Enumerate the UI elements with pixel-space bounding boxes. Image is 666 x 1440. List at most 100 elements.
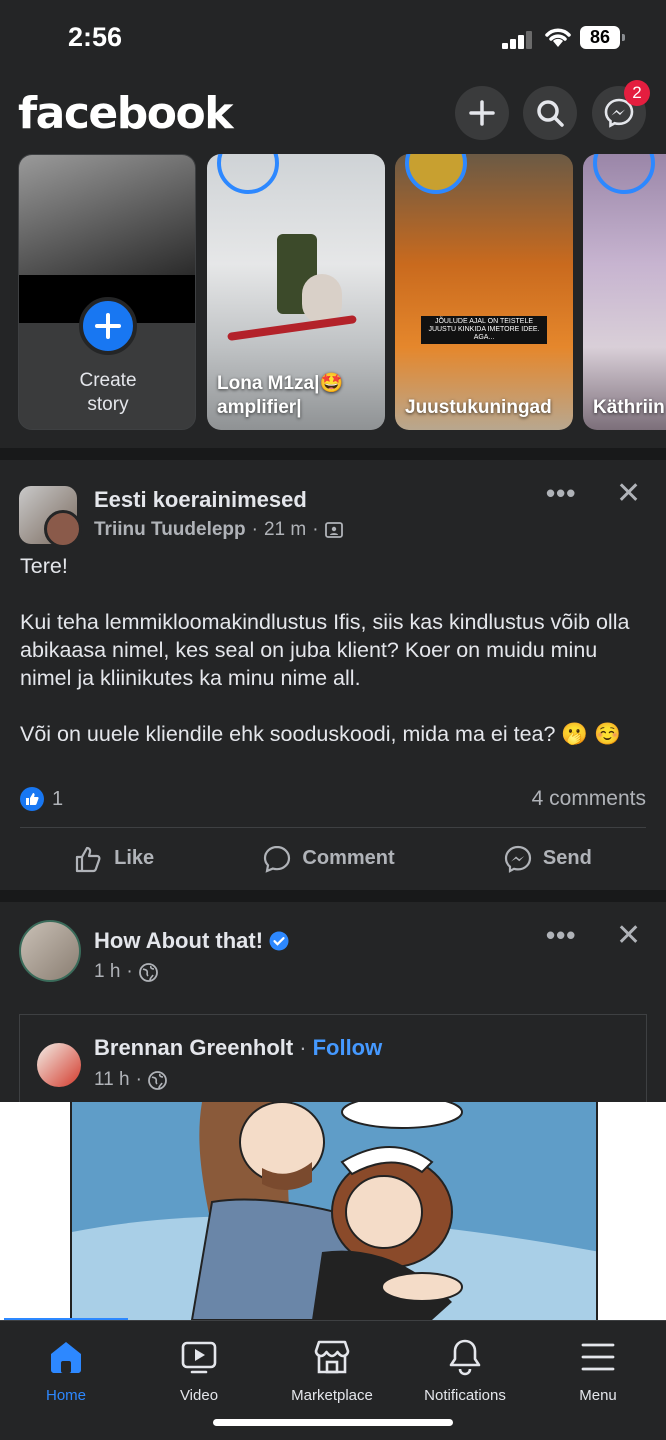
more-options-button[interactable]: •••	[546, 478, 576, 509]
globe-icon	[148, 1070, 167, 1090]
home-icon	[51, 1342, 81, 1373]
story-image-caption: JÕULUDE AJAL ON TEISTELE JUUSTU KINKIDA …	[421, 316, 547, 344]
reactions-row: 1 4 comments	[20, 784, 646, 814]
meta-separator: ·	[135, 1069, 142, 1090]
story-image-egg	[302, 274, 342, 324]
globe-icon	[138, 962, 158, 982]
meta-separator: ·	[126, 961, 133, 982]
group-name[interactable]: Eesti koerainimesed	[94, 487, 307, 513]
shared-post-meta: 11 h ·	[94, 1069, 167, 1091]
search-button[interactable]	[523, 86, 577, 140]
comic-illustration	[72, 1102, 596, 1320]
add-story-button[interactable]	[79, 297, 137, 355]
tab-video[interactable]: Video	[134, 1337, 264, 1404]
like-count: 1	[52, 787, 64, 810]
home-indicator[interactable]	[213, 1419, 453, 1426]
post-time[interactable]: 21 m	[264, 519, 306, 541]
create-button[interactable]	[455, 86, 509, 140]
tab-label: Video	[179, 1387, 219, 1404]
profile-photo	[19, 155, 195, 275]
author-name[interactable]: Triinu Tuudelepp	[94, 519, 246, 541]
search-icon	[537, 100, 564, 127]
shared-author-avatar[interactable]	[37, 1043, 81, 1087]
status-bar: 2:56 86	[0, 0, 666, 76]
messenger-badge: 2	[624, 80, 650, 106]
battery-indicator: 86	[580, 26, 625, 49]
comments-count[interactable]: 4 comments	[532, 787, 646, 811]
reaction-summary[interactable]: 1	[20, 787, 63, 811]
shared-author-row: Brennan Greenholt · Follow	[94, 1035, 382, 1061]
tab-label: Menu	[579, 1387, 617, 1404]
facebook-logo[interactable]: facebook	[18, 88, 233, 139]
comment-icon	[264, 845, 291, 873]
post-paragraph: Kui teha lemmikloomakindlustus Ifis, sii…	[20, 610, 630, 690]
meta-separator: ·	[299, 1035, 307, 1060]
tab-label: Marketplace	[291, 1387, 373, 1404]
author-avatar[interactable]	[44, 510, 82, 548]
video-icon	[181, 1341, 217, 1374]
bell-icon	[449, 1339, 481, 1376]
tab-menu[interactable]: Menu	[533, 1337, 663, 1404]
meta-separator: ·	[251, 519, 258, 540]
comic-panel	[70, 1102, 598, 1320]
page-name-row: How About that!	[94, 928, 289, 954]
shared-post[interactable]: Brennan Greenholt · Follow 11 h ·	[19, 1014, 647, 1114]
post-image[interactable]	[0, 1102, 666, 1320]
post-time[interactable]: 1 h	[94, 961, 120, 983]
post-card: Eesti koerainimesed Triinu Tuudelepp · 2…	[0, 460, 666, 890]
plus-icon	[469, 100, 495, 126]
stories-tray: Create story Lona M1za|🤩 amplifier| JÕUL…	[0, 154, 666, 448]
hide-post-button[interactable]: ✕	[616, 476, 641, 511]
feed-separator	[0, 890, 666, 902]
marketplace-icon	[314, 1340, 350, 1374]
post-paragraph: Tere!	[20, 554, 68, 578]
post-actions: Like Comment Send	[20, 827, 646, 889]
verified-badge-icon	[269, 931, 289, 951]
story-card[interactable]: Käthriin	[583, 154, 666, 430]
like-label: Like	[114, 847, 155, 869]
cellular-signal-icon	[502, 29, 534, 49]
send-button[interactable]: Send	[503, 844, 592, 874]
post-meta: Triinu Tuudelepp · 21 m ·	[94, 519, 343, 541]
tab-notifications[interactable]: Notifications	[400, 1337, 530, 1404]
more-options-button[interactable]: •••	[546, 920, 576, 951]
feed-separator	[0, 448, 666, 460]
hamburger-menu-icon	[581, 1343, 615, 1371]
post-meta: 1 h ·	[94, 961, 158, 983]
tab-home[interactable]: Home	[1, 1337, 131, 1404]
comment-button[interactable]: Comment	[262, 844, 395, 874]
page-avatar[interactable]	[19, 920, 81, 982]
comment-label: Comment	[302, 847, 395, 869]
story-avatar-ring	[217, 154, 279, 194]
hide-post-button[interactable]: ✕	[616, 918, 641, 953]
story-image-screwdriver	[227, 314, 357, 342]
messenger-button[interactable]: 2	[592, 80, 650, 140]
status-time: 2:56	[68, 22, 123, 52]
story-card[interactable]: JÕULUDE AJAL ON TEISTELE JUUSTU KINKIDA …	[395, 154, 573, 430]
plus-icon	[95, 313, 121, 339]
thumbs-up-icon	[76, 846, 101, 872]
story-avatar-ring	[405, 154, 467, 194]
story-avatar-ring	[593, 154, 655, 194]
like-reaction-icon	[20, 787, 44, 811]
post-card: How About that! 1 h · ••• ✕ Brennan Gree…	[0, 902, 666, 1114]
wifi-icon	[545, 28, 571, 47]
tab-label: Notifications	[424, 1387, 506, 1404]
send-label: Send	[542, 847, 592, 869]
shared-author-name[interactable]: Brennan Greenholt	[94, 1035, 293, 1061]
story-label: Lona M1za|🤩 amplifier|	[217, 373, 344, 418]
story-card[interactable]: Lona M1za|🤩 amplifier|	[207, 154, 385, 430]
tab-label: Home	[45, 1387, 86, 1404]
story-label: Juustukuningad	[405, 397, 552, 418]
shared-post-time[interactable]: 11 h	[94, 1069, 130, 1091]
like-button[interactable]: Like	[74, 844, 154, 874]
tab-marketplace[interactable]: Marketplace	[267, 1337, 397, 1404]
story-label: Käthriin	[593, 397, 665, 418]
page-name[interactable]: How About that!	[94, 928, 263, 954]
meta-separator: ·	[312, 519, 319, 540]
follow-button[interactable]: Follow	[313, 1035, 383, 1061]
post-paragraph: Või on uuele kliendile ehk sooduskoodi, …	[20, 722, 621, 746]
messenger-send-icon	[504, 845, 532, 873]
create-story-card[interactable]: Create story	[18, 154, 196, 430]
create-story-label-line2: story	[87, 394, 129, 415]
